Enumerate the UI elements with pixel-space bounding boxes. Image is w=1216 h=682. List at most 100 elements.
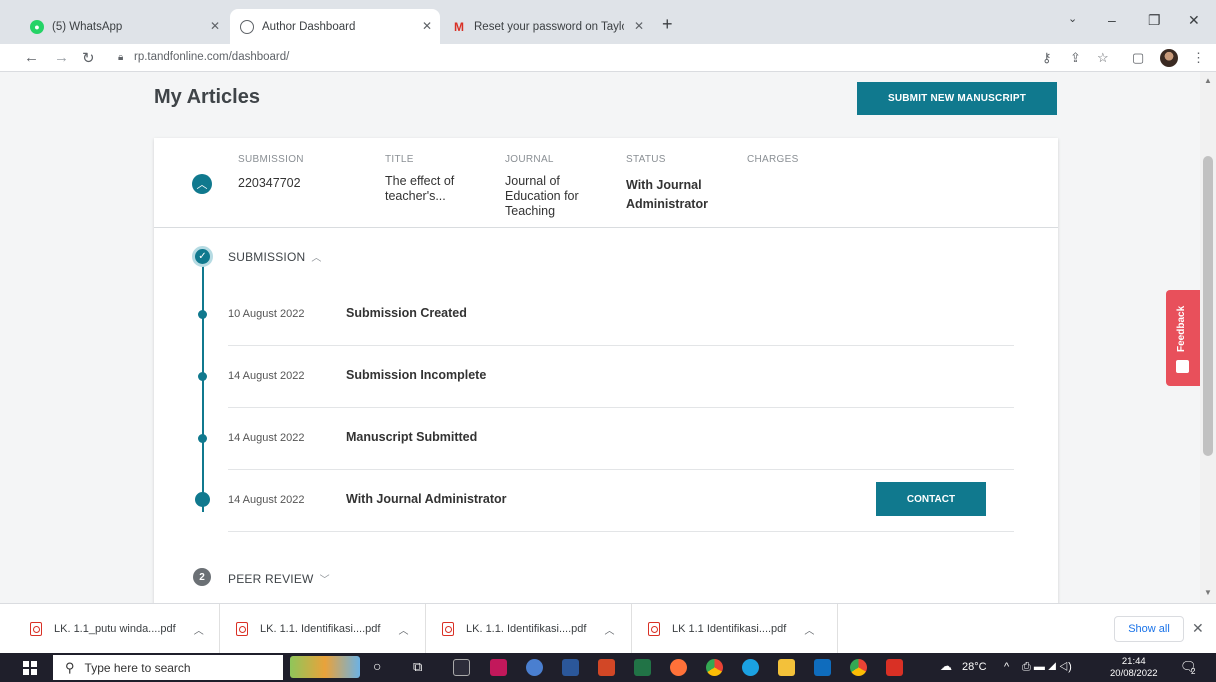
acrobat-icon[interactable] [886,659,903,676]
tab-search-chevron-icon[interactable]: ⌄ [1068,12,1077,25]
password-key-icon[interactable]: ⚷ [1042,50,1052,66]
scroll-down-arrow-icon[interactable]: ▼ [1204,588,1212,597]
notification-count: 2 [1191,667,1196,676]
reload-button[interactable]: ↻ [82,49,95,67]
show-all-downloads-button[interactable]: Show all [1114,616,1184,642]
submission-section-toggle[interactable]: SUBMISSION ︿ [228,249,322,264]
status-line: Administrator [626,197,708,211]
event-title: With Journal Administrator [346,492,507,506]
scrollbar-thumb[interactable] [1203,156,1213,456]
event-date: 10 August 2022 [228,308,305,320]
timeline-dot [195,492,210,507]
downloads-bar: LK. 1.1_putu winda....pdf ︿ LK. 1.1. Ide… [0,603,1216,654]
tray-icons[interactable]: ⎙ ▬ ◢ ◁) [1022,661,1072,674]
excel-icon[interactable] [634,659,651,676]
chevron-up-icon[interactable]: ︿ [604,622,614,637]
file-explorer-icon[interactable] [778,659,795,676]
submit-new-manuscript-button[interactable]: SUBMIT NEW MANUSCRIPT [857,82,1057,115]
chrome-icon[interactable] [706,659,723,676]
download-item[interactable]: LK. 1.1_putu winda....pdf ︿ [0,604,220,654]
collapse-chevron-icon[interactable]: ︿ [192,174,212,194]
article-card: ︿ SUBMISSION TITLE JOURNAL STATUS CHARGE… [154,138,1058,603]
scroll-up-arrow-icon[interactable]: ▲ [1204,76,1212,85]
download-filename: LK. 1.1_putu winda....pdf [54,623,176,635]
feedback-label: Feedback [1176,305,1187,352]
app-icon-chat[interactable] [526,659,543,676]
menu-kebab-icon[interactable]: ⋮ [1192,50,1205,66]
firefox-icon[interactable] [670,659,687,676]
task-view-icon[interactable]: ⧉ [413,659,422,675]
gmail-icon: M [454,19,464,34]
taskbar-search-input[interactable]: ⚲ Type here to search [53,655,283,680]
check-icon: ✓ [192,246,213,267]
close-window-button[interactable]: ✕ [1188,12,1200,29]
col-submission-label: SUBMISSION [238,154,304,165]
download-filename: LK. 1.1. Identifikasi....pdf [466,623,587,635]
tab-title: Reset your password on Taylor & [474,20,624,33]
page-scrollbar[interactable]: ▲ ▼ [1200,72,1216,603]
tab-whatsapp[interactable]: ● (5) WhatsApp ✕ [20,9,228,44]
back-button[interactable]: ← [24,49,39,66]
chrome-active-icon[interactable] [850,659,867,676]
tab-author-dashboard[interactable]: Author Dashboard ✕ [230,9,440,44]
page-viewport: My Articles SUBMIT NEW MANUSCRIPT ︿ SUBM… [0,72,1216,603]
app-icon-clapper[interactable] [453,659,470,676]
temperature[interactable]: 28°C [962,661,987,673]
chevron-up-icon[interactable]: ︿ [398,622,408,637]
share-icon[interactable]: ⇪ [1070,50,1081,66]
edge-icon[interactable] [742,659,759,676]
chevron-up-icon: ︿ [311,253,322,264]
weather-cloud-icon[interactable]: ☁ [940,659,952,673]
system-clock[interactable]: 21:44 20/08/2022 [1110,656,1158,680]
side-panel-icon[interactable]: ▢ [1132,50,1144,66]
close-icon[interactable]: ✕ [422,19,432,33]
timeline-event: 14 August 2022 Submission Incomplete [198,346,1014,408]
tab-title: (5) WhatsApp [52,20,123,33]
feedback-tab[interactable]: Feedback [1166,290,1200,386]
tray-chevron-icon[interactable]: ^ [1004,661,1009,673]
close-icon[interactable]: ✕ [634,19,644,33]
profile-avatar[interactable] [1160,49,1178,67]
powerpoint-icon[interactable] [598,659,615,676]
new-tab-button[interactable]: + [662,14,673,35]
forward-button[interactable]: → [54,49,69,66]
app-icon-meeting[interactable] [490,659,507,676]
cortana-icon[interactable]: ○ [373,658,381,674]
contact-button[interactable]: CONTACT [876,482,986,516]
chevron-up-icon[interactable]: ︿ [804,622,814,637]
download-item[interactable]: LK. 1.1. Identifikasi....pdf ︿ [426,604,632,654]
clock-time: 21:44 [1121,656,1146,667]
globe-icon [240,19,254,34]
whatsapp-icon: ● [30,19,44,34]
close-icon[interactable]: ✕ [210,19,220,33]
tab-reset-password[interactable]: M Reset your password on Taylor & ✕ [442,9,652,44]
peer-review-section-toggle[interactable]: PEER REVIEW ﹀ [228,571,330,586]
tab-title: Author Dashboard [262,20,356,33]
event-title: Submission Created [346,306,467,320]
article-summary-row[interactable]: ︿ SUBMISSION TITLE JOURNAL STATUS CHARGE… [154,138,1058,228]
pdf-icon [442,622,454,636]
address-bar: ← → ↻ 🔒︎ rp.tandfonline.com/dashboard/ ⚷… [0,44,1216,72]
article-title-line: The effect of [385,174,455,188]
close-icon[interactable]: ✕ [1192,620,1204,637]
restore-button[interactable]: ❐ [1148,12,1161,29]
download-filename: LK. 1.1. Identifikasi....pdf [260,623,381,635]
timeline-event: 14 August 2022 With Journal Administrato… [195,470,1014,532]
url-field[interactable]: rp.tandfonline.com/dashboard/ [134,51,289,63]
pdf-icon [236,622,248,636]
bookmark-star-icon[interactable]: ☆ [1097,50,1109,66]
download-item[interactable]: LK 1.1 Identifikasi....pdf ︿ [632,604,838,654]
chevron-up-icon[interactable]: ︿ [194,622,204,637]
download-item[interactable]: LK. 1.1. Identifikasi....pdf ︿ [220,604,426,654]
minimize-button[interactable]: – [1108,12,1116,28]
event-title: Submission Incomplete [346,368,487,382]
mail-icon[interactable] [814,659,831,676]
timeline-dot [198,372,207,381]
word-icon[interactable] [562,659,579,676]
lock-icon[interactable]: 🔒︎ [118,52,123,63]
timeline-dot [198,434,207,443]
windows-taskbar: ⚲ Type here to search ○ ⧉ ☁ 28°C ^ ⎙ ▬ ◢… [0,653,1216,682]
feedback-icon [1176,360,1189,373]
event-title: Manuscript Submitted [346,430,478,444]
windows-start-icon[interactable] [23,661,37,675]
